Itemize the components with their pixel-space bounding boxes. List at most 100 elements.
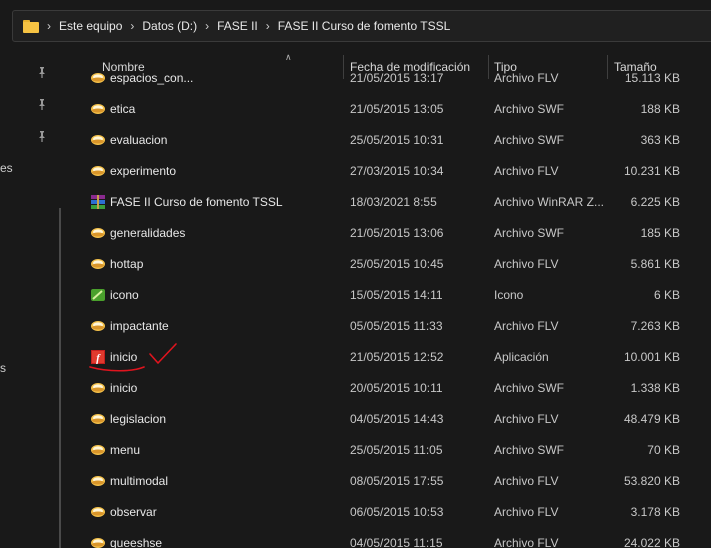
- file-size: 6 KB: [653, 288, 680, 302]
- file-modified-date: 25/05/2015 10:31: [350, 133, 444, 147]
- file-size: 53.820 KB: [623, 474, 680, 488]
- file-size: 185 KB: [640, 226, 680, 240]
- file-size: 24.022 KB: [623, 536, 680, 548]
- pin-icon[interactable]: [36, 98, 48, 110]
- file-size: 188 KB: [640, 102, 680, 116]
- file-size: 70 KB: [647, 443, 680, 457]
- file-type: Aplicación: [494, 350, 549, 364]
- breadcrumb-datos[interactable]: Datos (D:): [142, 19, 197, 33]
- file-size: 1.338 KB: [630, 381, 680, 395]
- file-size: 363 KB: [640, 133, 680, 147]
- media-file-icon: [90, 319, 106, 333]
- file-type: Archivo SWF: [494, 133, 565, 147]
- media-file-icon: [90, 164, 106, 178]
- navigation-pane: es s: [0, 44, 70, 548]
- media-file-icon: [90, 474, 106, 488]
- file-type: Archivo FLV: [494, 505, 559, 519]
- file-modified-date: 18/03/2021 8:55: [350, 195, 437, 209]
- chevron-right-icon: ›: [265, 19, 270, 33]
- file-name: multimodal: [110, 474, 169, 488]
- file-modified-date: 05/05/2015 11:33: [350, 319, 443, 333]
- breadcrumb-fase-ii[interactable]: FASE II: [217, 19, 258, 33]
- file-type: Archivo SWF: [494, 381, 565, 395]
- media-file-icon: [90, 443, 106, 457]
- chevron-right-icon: ›: [205, 19, 210, 33]
- file-name: espacios_con...: [110, 71, 194, 85]
- file-type: Archivo FLV: [494, 536, 559, 548]
- file-row[interactable]: generalidades 21/05/2015 13:06 Archivo SWF…: [70, 218, 711, 249]
- nav-item-fragment[interactable]: es: [0, 161, 13, 175]
- file-name: queeshse: [110, 536, 163, 548]
- file-row[interactable]: f inicio 21/05/2015 12:52 Aplicación 10.001 …: [70, 342, 711, 373]
- file-row[interactable]: icono 15/05/2015 14:11 Icono 6 KB: [70, 280, 711, 311]
- file-row[interactable]: inicio 20/05/2015 10:11 Archivo SWF 1.338 K…: [70, 373, 711, 404]
- file-row[interactable]: legislacion 04/05/2015 14:43 Archivo FLV 48…: [70, 404, 711, 435]
- file-name: generalidades: [110, 226, 186, 240]
- pin-icon[interactable]: [36, 130, 48, 142]
- file-type: Archivo WinRAR Z...: [494, 195, 605, 209]
- media-file-icon: [90, 505, 106, 519]
- flash-app-icon: f: [90, 349, 106, 365]
- file-row[interactable]: espacios_con... 21/05/2015 13:17 Archivo F…: [70, 70, 711, 94]
- media-file-icon: [90, 257, 106, 271]
- file-size: 15.113 KB: [624, 71, 680, 85]
- icon-file-icon: [90, 287, 106, 301]
- file-name: legislacion: [110, 412, 167, 426]
- folder-icon: [23, 19, 39, 33]
- file-name: experimento: [110, 164, 177, 178]
- file-type: Archivo FLV: [494, 319, 559, 333]
- file-row[interactable]: queeshse 04/05/2015 11:15 Archivo FLV 24.02…: [70, 528, 711, 548]
- file-type: Archivo SWF: [494, 102, 565, 116]
- file-modified-date: 15/05/2015 14:11: [350, 288, 443, 302]
- file-type: Archivo SWF: [494, 226, 565, 240]
- file-name: etica: [110, 102, 136, 116]
- file-modified-date: 27/03/2015 10:34: [350, 164, 444, 178]
- chevron-right-icon: ›: [130, 19, 135, 33]
- breadcrumb-current-folder[interactable]: FASE II Curso de fomento TSSL: [278, 19, 451, 33]
- file-type: Archivo FLV: [494, 71, 559, 85]
- file-row[interactable]: FASE II Curso de fomento TSSL 18/03/2021 …: [70, 187, 711, 218]
- media-file-icon: [90, 381, 106, 395]
- file-type: Archivo FLV: [494, 412, 559, 426]
- media-file-icon: [90, 412, 106, 426]
- file-type: Archivo FLV: [494, 164, 559, 178]
- file-modified-date: 25/05/2015 11:05: [350, 443, 443, 457]
- file-modified-date: 04/05/2015 14:43: [350, 412, 444, 426]
- file-row[interactable]: evaluacion 25/05/2015 10:31 Archivo SWF 363…: [70, 125, 711, 156]
- breadcrumb-este-equipo[interactable]: Este equipo: [59, 19, 122, 33]
- file-size: 3.178 KB: [630, 505, 680, 519]
- chevron-right-icon: ›: [47, 19, 51, 33]
- file-row[interactable]: menu 25/05/2015 11:05 Archivo SWF 70 KB: [70, 435, 711, 466]
- pin-icon[interactable]: [36, 66, 48, 78]
- file-modified-date: 04/05/2015 11:15: [350, 536, 443, 548]
- file-modified-date: 21/05/2015 12:52: [350, 350, 444, 364]
- file-name: evaluacion: [110, 133, 168, 147]
- media-file-icon: [90, 226, 106, 240]
- file-row[interactable]: experimento 27/03/2015 10:34 Archivo FLV 10…: [70, 156, 711, 187]
- file-type: Icono: [494, 288, 524, 302]
- file-name: inicio: [110, 350, 138, 364]
- nav-item-fragment[interactable]: s: [0, 361, 6, 375]
- media-file-icon: [90, 133, 106, 147]
- file-name: icono: [110, 288, 139, 302]
- file-size: 48.479 KB: [623, 412, 680, 426]
- media-file-icon: [90, 71, 106, 85]
- file-row[interactable]: observar 06/05/2015 10:53 Archivo FLV 3.178…: [70, 497, 711, 528]
- address-bar[interactable]: › Este equipo › Datos (D:) › FASE II › F…: [12, 10, 711, 42]
- file-row[interactable]: multimodal 08/05/2015 17:55 Archivo FLV 53.…: [70, 466, 711, 497]
- file-modified-date: 08/05/2015 17:55: [350, 474, 444, 488]
- nav-scrollbar[interactable]: [59, 208, 61, 548]
- file-modified-date: 06/05/2015 10:53: [350, 505, 444, 519]
- file-name: inicio: [110, 381, 138, 395]
- file-name: hottap: [110, 257, 144, 271]
- file-modified-date: 21/05/2015 13:05: [350, 102, 444, 116]
- file-name: observar: [110, 505, 157, 519]
- file-modified-date: 21/05/2015 13:17: [350, 71, 444, 85]
- file-row[interactable]: impactante 05/05/2015 11:33 Archivo FLV 7.2…: [70, 311, 711, 342]
- file-type: Archivo SWF: [494, 443, 565, 457]
- file-name: impactante: [110, 319, 169, 333]
- file-row[interactable]: hottap 25/05/2015 10:45 Archivo FLV 5.861 K…: [70, 249, 711, 280]
- file-size: 7.263 KB: [630, 319, 680, 333]
- file-row[interactable]: etica 21/05/2015 13:05 Archivo SWF 188 KB: [70, 94, 711, 125]
- media-file-icon: [90, 536, 106, 548]
